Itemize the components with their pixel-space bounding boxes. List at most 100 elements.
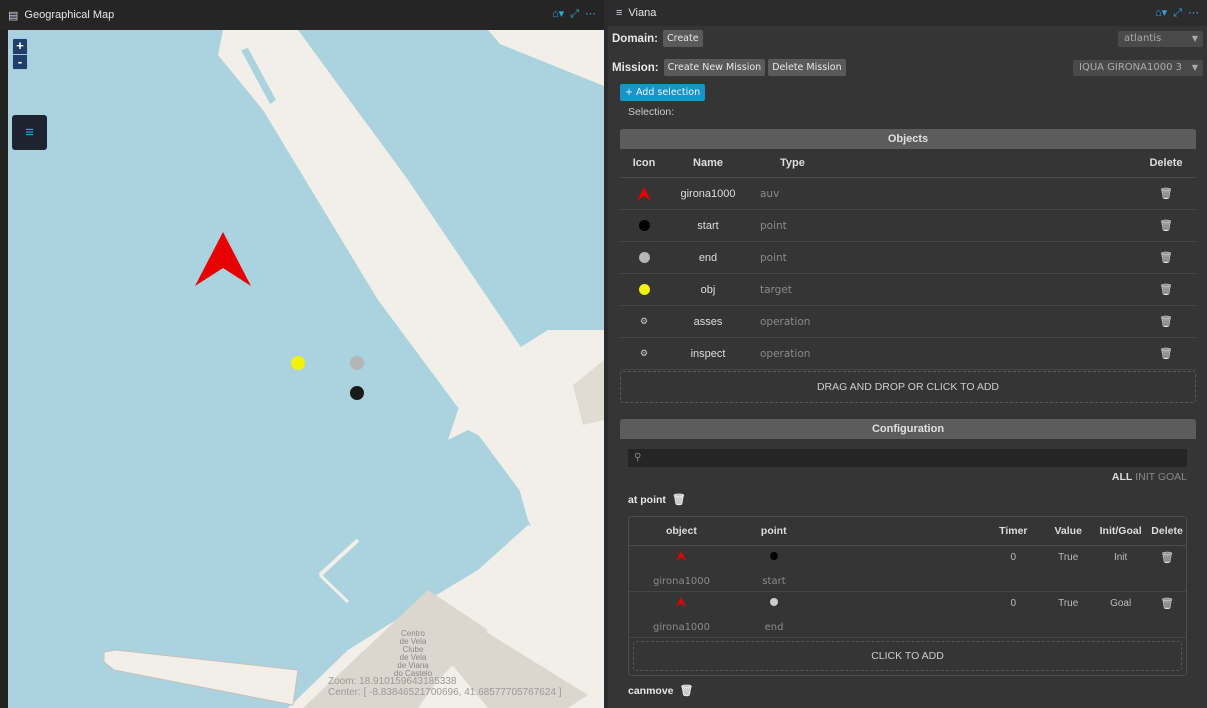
viana-panel-header: ≡ Viana ⌂▾ ⤢ ⋯ <box>608 0 1207 26</box>
viana-panel: ≡ Viana ⌂▾ ⤢ ⋯ Domain: Create atlantis ▼ … <box>608 0 1207 708</box>
expand-icon[interactable]: ⤢ <box>570 8 579 20</box>
chevron-down-icon: ▼ <box>1191 34 1198 43</box>
auv-arrow-icon <box>676 597 687 607</box>
operation-gear-icon: ⚙ <box>639 348 649 358</box>
configuration-section-header[interactable]: Configuration <box>620 419 1196 439</box>
target-map-marker[interactable] <box>291 356 305 370</box>
search-icon: ⚲ <box>634 452 642 463</box>
init-goal-cell[interactable]: Init <box>1093 552 1148 563</box>
filter-goal[interactable]: GOAL <box>1158 471 1187 483</box>
expand-icon[interactable]: ⤢ <box>1173 7 1182 19</box>
object-type: target <box>760 283 792 296</box>
table-row[interactable]: end point 🗑 <box>620 242 1196 274</box>
viana-panel-title: Viana <box>628 7 657 19</box>
table-row[interactable]: 0 True Goal 🗑 girona1000 end <box>629 592 1186 638</box>
trash-icon[interactable]: 🗑 <box>1159 251 1173 264</box>
zoom-readout: Zoom: 18.910159643185338 <box>328 676 457 687</box>
delete-mission-button[interactable]: Delete Mission <box>768 59 846 76</box>
home-icon[interactable]: ⌂▾ <box>1155 7 1167 19</box>
domain-row: Domain: Create <box>612 30 703 47</box>
trash-icon[interactable]: 🗑 <box>1159 187 1173 200</box>
filter-all[interactable]: ALL <box>1112 471 1132 483</box>
trash-icon[interactable]: 🗑 <box>1159 219 1173 232</box>
point-name: start <box>762 576 786 587</box>
timer-value[interactable]: 0 <box>983 552 1043 563</box>
objects-table: Icon Name Type Delete girona1000 auv 🗑 s… <box>620 149 1196 370</box>
add-selection-button[interactable]: + Add selection <box>620 84 706 101</box>
more-icon[interactable]: ⋯ <box>585 8 596 20</box>
chevron-down-icon: ▼ <box>1191 63 1198 72</box>
trash-icon[interactable]: 🗑 <box>1160 598 1174 610</box>
object-name: asses <box>693 315 723 328</box>
trash-icon[interactable]: 🗑 <box>1159 315 1173 328</box>
object-type: point <box>760 251 787 264</box>
value-cell[interactable]: True <box>1043 552 1093 563</box>
point-name: end <box>764 622 784 633</box>
table-row[interactable]: ⚙ asses operation 🗑 <box>620 306 1196 338</box>
domain-label: Domain: <box>612 32 658 45</box>
home-icon[interactable]: ⌂▾ <box>552 8 564 20</box>
create-domain-button[interactable]: Create <box>663 30 703 47</box>
click-to-add-zone[interactable]: CLICK TO ADD <box>633 641 1182 671</box>
search-input[interactable]: ⚲ <box>628 449 1187 467</box>
land-shapes <box>103 30 604 708</box>
at-point-table-header: object point Timer Value Init/Goal Delet… <box>629 517 1186 546</box>
trash-icon[interactable]: 🗑 <box>1159 347 1173 360</box>
zoom-control: + - <box>12 38 28 70</box>
objects-table-header: Icon Name Type Delete <box>620 149 1196 178</box>
gray-dot-icon <box>638 252 650 263</box>
filter-init[interactable]: INIT <box>1135 471 1155 483</box>
object-type: auv <box>760 187 780 200</box>
objects-drop-zone[interactable]: DRAG AND DROP OR CLICK TO ADD <box>620 371 1196 403</box>
create-mission-button[interactable]: Create New Mission <box>663 59 766 76</box>
list-icon: ≡ <box>616 7 623 19</box>
object-type: point <box>760 219 787 232</box>
end-map-marker[interactable] <box>350 356 364 370</box>
init-goal-cell[interactable]: Goal <box>1093 598 1148 609</box>
table-row[interactable]: ⚙ inspect operation 🗑 <box>620 338 1196 370</box>
more-icon[interactable]: ⋯ <box>1188 7 1199 19</box>
zoom-out-button[interactable]: - <box>13 54 27 69</box>
object-name: obj <box>700 283 716 296</box>
trash-icon[interactable]: 🗑 <box>672 493 686 506</box>
objects-section-header[interactable]: Objects <box>620 129 1196 149</box>
object-type: operation <box>760 347 811 360</box>
mission-select[interactable]: IQUA GIRONA1000 3 ▼ <box>1073 60 1203 76</box>
trash-icon[interactable]: 🗑 <box>1160 552 1174 564</box>
map-canvas[interactable]: + - ≡ Centro de Vela Clube de Vela de Vi… <box>8 30 604 708</box>
operation-gear-icon: ⚙ <box>639 316 649 326</box>
auv-map-marker[interactable] <box>195 232 251 286</box>
mission-label: Mission: <box>612 61 659 74</box>
trash-icon[interactable]: 🗑 <box>680 684 694 697</box>
object-name: girona1000 <box>652 576 711 587</box>
table-row[interactable]: start point 🗑 <box>620 210 1196 242</box>
object-name: girona1000 <box>680 187 736 200</box>
table-row[interactable]: 0 True Init 🗑 girona1000 start <box>629 546 1186 592</box>
value-cell[interactable]: True <box>1043 598 1093 609</box>
timer-value[interactable]: 0 <box>983 598 1043 609</box>
table-row[interactable]: girona1000 auv 🗑 <box>620 178 1196 210</box>
object-name: end <box>698 251 718 264</box>
table-row[interactable]: obj target 🗑 <box>620 274 1196 306</box>
auv-arrow-icon <box>676 551 687 561</box>
layers-menu-button[interactable]: ≡ <box>12 115 47 150</box>
mission-row: Mission: Create New Mission Delete Missi… <box>612 59 846 76</box>
map-panel-title: Geographical Map <box>24 9 115 21</box>
start-map-marker[interactable] <box>350 386 364 400</box>
object-type: operation <box>760 315 811 328</box>
at-point-table: object point Timer Value Init/Goal Delet… <box>628 516 1187 676</box>
black-dot-icon <box>769 552 778 560</box>
zoom-in-button[interactable]: + <box>13 39 27 54</box>
yellow-dot-icon <box>638 284 650 295</box>
object-name: start <box>697 219 719 232</box>
filter-group: ALL INIT GOAL <box>1112 471 1187 483</box>
trash-icon[interactable]: 🗑 <box>1159 283 1173 296</box>
domain-select[interactable]: atlantis ▼ <box>1118 31 1203 47</box>
place-label: Centro de Vela Clube de Vela de Viana do… <box>393 629 433 678</box>
object-name: inspect <box>690 347 726 360</box>
app-root: ▤ Geographical Map ⌂▾ ⤢ ⋯ + - ≡ Centro d… <box>0 0 1207 708</box>
gray-dot-icon <box>769 598 778 606</box>
map-icon: ▤ <box>8 9 19 22</box>
map-panel: ▤ Geographical Map ⌂▾ ⤢ ⋯ + - ≡ Centro d… <box>0 0 604 708</box>
auv-arrow-icon <box>637 186 651 201</box>
